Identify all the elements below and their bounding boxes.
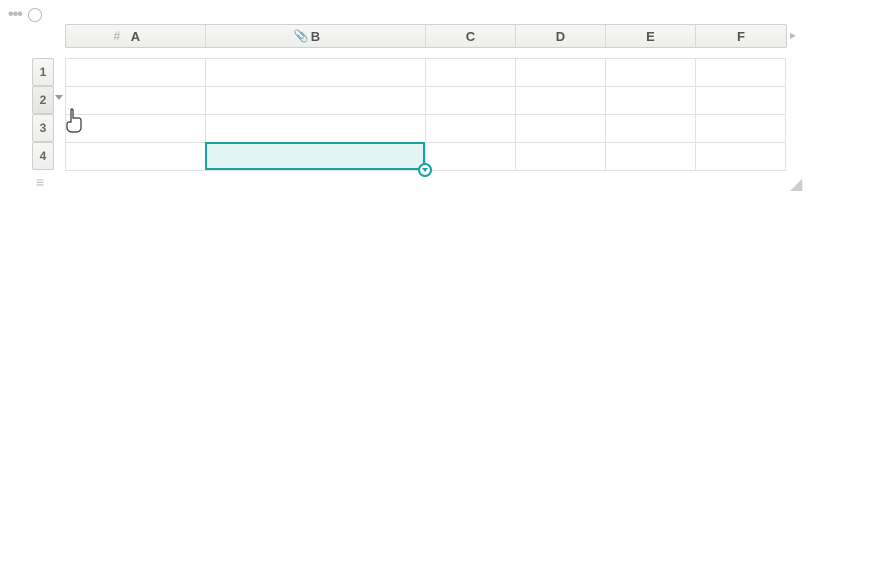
- column-header-D[interactable]: D: [516, 25, 606, 47]
- column-header-A[interactable]: # A: [66, 25, 206, 47]
- row-header-1[interactable]: 1: [32, 58, 54, 86]
- cell-D4[interactable]: [516, 143, 606, 171]
- cell-F3[interactable]: [696, 115, 786, 143]
- row-headers: 1 2 3 4: [32, 58, 54, 170]
- more-options-icon[interactable]: •••: [8, 6, 22, 24]
- cell-B4[interactable]: [206, 143, 426, 171]
- row-header-3[interactable]: 3: [32, 114, 54, 142]
- attachment-type-icon: 📎: [294, 29, 309, 43]
- column-label: B: [311, 29, 320, 44]
- column-label: F: [737, 29, 745, 44]
- cell-B2[interactable]: [206, 87, 426, 115]
- grid: [65, 58, 786, 171]
- autofill-handle-icon[interactable]: [418, 163, 432, 177]
- row-header-4[interactable]: 4: [32, 142, 54, 170]
- cell-B3[interactable]: [206, 115, 426, 143]
- table-row: [66, 59, 786, 87]
- row-label: 4: [40, 149, 47, 163]
- table-row: [66, 115, 786, 143]
- table-resize-handle-icon[interactable]: ◢: [790, 174, 800, 184]
- add-row-handle-icon[interactable]: ≡: [36, 174, 44, 190]
- add-column-icon[interactable]: ▸: [790, 28, 796, 42]
- cell-E2[interactable]: [606, 87, 696, 115]
- row-label: 1: [40, 65, 47, 79]
- column-label: E: [646, 29, 655, 44]
- cell-E1[interactable]: [606, 59, 696, 87]
- row-label: 2: [40, 93, 47, 107]
- cell-E4[interactable]: [606, 143, 696, 171]
- cell-D2[interactable]: [516, 87, 606, 115]
- cell-E3[interactable]: [606, 115, 696, 143]
- table-row: [66, 87, 786, 115]
- row-label: 3: [40, 121, 47, 135]
- cell-F1[interactable]: [696, 59, 786, 87]
- column-header-E[interactable]: E: [606, 25, 696, 47]
- column-header-B[interactable]: 📎 B: [206, 25, 426, 47]
- cell-C4[interactable]: [426, 143, 516, 171]
- column-header-C[interactable]: C: [426, 25, 516, 47]
- number-type-icon: #: [114, 29, 121, 43]
- cell-A2[interactable]: [66, 87, 206, 115]
- cell-F4[interactable]: [696, 143, 786, 171]
- row-menu-dropdown-icon[interactable]: [55, 95, 63, 100]
- column-label: C: [466, 29, 475, 44]
- row-header-2[interactable]: 2: [32, 86, 54, 114]
- cell-A3[interactable]: [66, 115, 206, 143]
- cell-A1[interactable]: [66, 59, 206, 87]
- column-label: A: [131, 29, 140, 44]
- select-all-circle[interactable]: [28, 8, 42, 22]
- cell-C1[interactable]: [426, 59, 516, 87]
- cell-F2[interactable]: [696, 87, 786, 115]
- cell-D3[interactable]: [516, 115, 606, 143]
- cell-C3[interactable]: [426, 115, 516, 143]
- cell-B1[interactable]: [206, 59, 426, 87]
- cell-D1[interactable]: [516, 59, 606, 87]
- column-headers: # A 📎 B C D E F: [65, 24, 787, 48]
- column-label: D: [556, 29, 565, 44]
- column-header-F[interactable]: F: [696, 25, 786, 47]
- cell-C2[interactable]: [426, 87, 516, 115]
- cell-A4[interactable]: [66, 143, 206, 171]
